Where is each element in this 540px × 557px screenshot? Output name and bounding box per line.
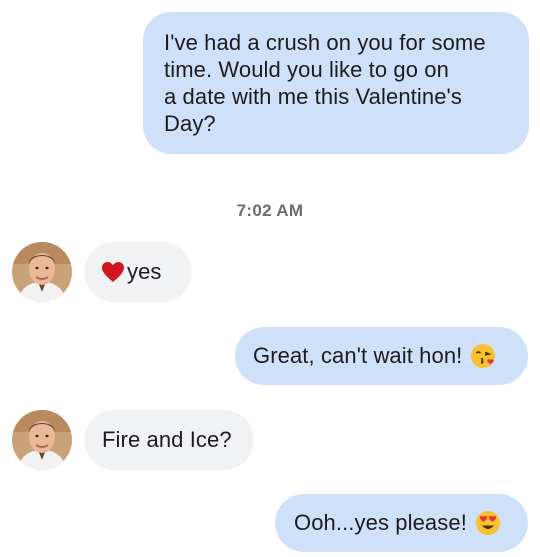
contact-avatar[interactable] bbox=[12, 410, 72, 470]
received-message-bubble[interactable]: Fire and Ice? bbox=[84, 410, 254, 470]
contact-avatar[interactable] bbox=[12, 242, 72, 302]
avatar-photo-icon bbox=[12, 410, 72, 470]
sent-message-bubble[interactable]: Ooh...yes please! bbox=[275, 494, 528, 552]
kissing-face-emoji-icon bbox=[470, 343, 496, 375]
message-text: Ooh...yes please! bbox=[294, 510, 467, 535]
message-text: Great, can't wait hon! bbox=[253, 343, 463, 368]
received-message-bubble[interactable]: yes bbox=[84, 242, 192, 302]
message-timestamp: 7:02 AM bbox=[236, 201, 304, 220]
message-text: Fire and Ice? bbox=[102, 427, 232, 452]
red-heart-emoji-icon bbox=[101, 261, 125, 289]
avatar-photo-icon bbox=[12, 242, 72, 302]
heart-eyes-emoji-icon bbox=[475, 510, 501, 542]
sent-message-bubble[interactable]: Great, can't wait hon! bbox=[235, 327, 528, 385]
sent-message-bubble[interactable]: I've had a crush on you for some time. W… bbox=[143, 12, 529, 154]
message-text: I've had a crush on you for some time. W… bbox=[164, 30, 486, 136]
message-text: yes bbox=[127, 259, 162, 284]
